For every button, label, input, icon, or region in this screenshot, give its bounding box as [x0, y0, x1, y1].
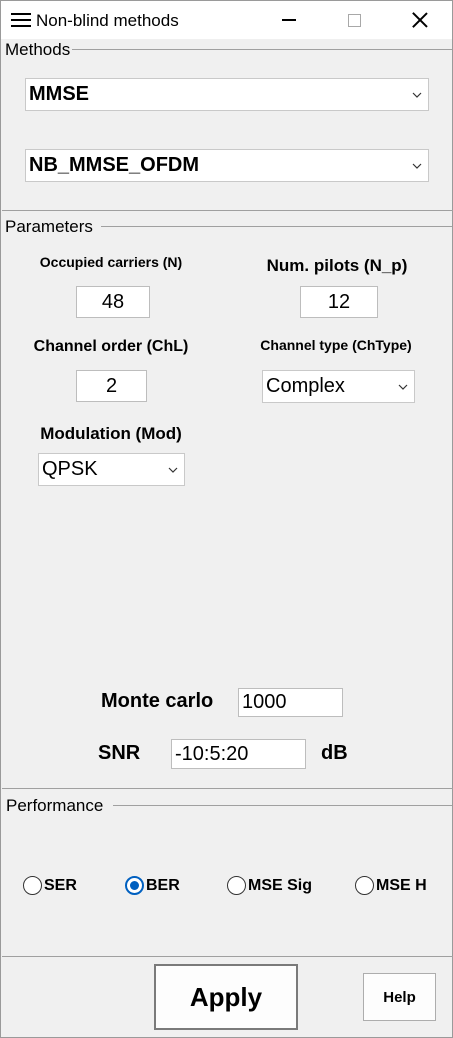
modulation-select-value: QPSK — [42, 458, 98, 480]
maximize-button[interactable] — [331, 1, 377, 39]
snr-unit: dB — [321, 742, 348, 764]
mse-h-radio[interactable]: MSE H — [355, 876, 427, 895]
algorithm-select[interactable]: NB_MMSE_OFDM — [25, 149, 429, 182]
chevron-down-icon — [392, 384, 414, 390]
mse-h-radio-button[interactable] — [355, 876, 374, 895]
ser-radio[interactable]: SER — [23, 876, 77, 895]
hamburger-menu-icon[interactable] — [11, 13, 31, 29]
apply-button[interactable]: Apply — [154, 964, 298, 1030]
monte-carlo-input[interactable]: 1000 — [238, 688, 343, 717]
window-title: Non-blind methods — [36, 11, 179, 30]
occupied-carriers-label: Occupied carriers (N) — [39, 254, 183, 270]
divider — [2, 956, 453, 957]
divider — [2, 788, 453, 789]
mse-sig-radio[interactable]: MSE Sig — [227, 876, 312, 895]
algorithm-select-value: NB_MMSE_OFDM — [29, 154, 200, 176]
channel-order-label: Channel order (ChL) — [33, 338, 189, 355]
methods-panel-border — [71, 49, 452, 50]
method-select[interactable]: MMSE — [25, 78, 429, 111]
occupied-carriers-input[interactable]: 48 — [76, 286, 150, 318]
num-pilots-label: Num. pilots (N_p) — [266, 256, 408, 275]
method-select-value: MMSE — [29, 83, 89, 105]
snr-label: SNR — [98, 742, 141, 764]
chevron-down-icon — [162, 467, 184, 473]
snr-input[interactable]: -10:5:20 — [171, 739, 306, 769]
divider — [2, 210, 453, 211]
ber-radio-button[interactable] — [125, 876, 144, 895]
ber-radio[interactable]: BER — [125, 876, 180, 895]
parameters-panel-title: Parameters — [5, 217, 95, 237]
methods-panel-title: Methods — [5, 40, 73, 60]
minimize-button[interactable] — [266, 1, 312, 39]
modulation-select[interactable]: QPSK — [38, 453, 185, 486]
performance-panel-border — [113, 805, 452, 806]
minimize-icon — [282, 19, 296, 21]
channel-order-input[interactable]: 2 — [76, 370, 147, 402]
close-button[interactable] — [397, 1, 443, 39]
app-window: Non-blind methods Methods MMSE NB_MMSE_O… — [0, 0, 453, 1038]
help-button[interactable]: Help — [363, 973, 436, 1021]
ser-radio-label: SER — [44, 876, 77, 894]
channel-type-select[interactable]: Complex — [262, 370, 415, 403]
mse-h-radio-label: MSE H — [376, 876, 427, 894]
num-pilots-input[interactable]: 12 — [300, 286, 378, 318]
channel-type-label: Channel type (ChType) — [260, 337, 412, 353]
chevron-down-icon — [406, 92, 428, 98]
title-bar: Non-blind methods — [1, 1, 452, 39]
chevron-down-icon — [406, 163, 428, 169]
modulation-label: Modulation (Mod) — [40, 424, 182, 443]
maximize-icon — [347, 13, 361, 27]
mse-sig-radio-label: MSE Sig — [248, 876, 313, 894]
ber-radio-label: BER — [146, 876, 180, 894]
close-icon — [412, 12, 428, 28]
mse-sig-radio-button[interactable] — [227, 876, 246, 895]
channel-type-select-value: Complex — [266, 375, 345, 397]
parameters-panel-border — [101, 226, 452, 227]
ser-radio-button[interactable] — [23, 876, 42, 895]
performance-panel-title: Performance — [6, 796, 106, 816]
monte-carlo-label: Monte carlo — [101, 690, 214, 712]
